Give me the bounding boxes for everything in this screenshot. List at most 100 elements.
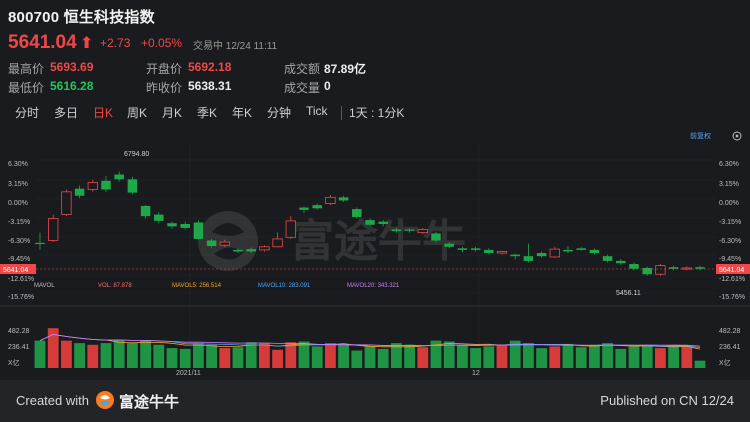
right-tick-3: 0.00% [719,200,739,207]
candle-body [378,221,388,225]
candle-body [523,256,534,261]
volume-bar [245,342,257,368]
volume-bar [628,346,640,368]
vol-tick-left-1: 482.28 [8,328,30,335]
price-change-percent: +0.05% [141,36,183,50]
candle-body [299,207,309,210]
volume-bar [166,348,178,368]
left-tick-3: 0.00% [8,200,28,207]
candle-body [576,248,586,250]
tab-monthly-k[interactable]: 月K [162,104,182,121]
volume-bar [549,346,561,368]
tab-1day-1min[interactable]: 1天 : 1分K [349,104,404,121]
watermark-text: 富途牛牛 [290,216,466,267]
candle-body [496,251,508,254]
candle-body [219,241,230,246]
tab-multi-day[interactable]: 多日 [54,104,78,121]
candle-body [312,205,322,209]
candle-body [602,256,613,261]
right-tick-4: -3.15% [719,219,741,226]
left-tick-1: 6.30% [8,161,28,168]
right-tick-8: -15.76% [719,294,745,301]
tab-yearly-k[interactable]: 年K [232,104,252,121]
candle-body [352,209,362,217]
right-tick-2: 3.15% [719,181,739,188]
kline-chart[interactable]: 富途牛牛 6.30% 3.15% 0.00% -3.15% -6.30% -9.… [0,128,750,378]
volume-bar [100,343,112,368]
volume-bar [668,344,680,368]
tab-quarterly-k[interactable]: 季K [197,104,217,121]
candle-body [325,196,336,205]
low-value: 5616.28 [50,79,94,93]
candle-body [642,267,652,275]
last-price-left: 5641.04 [3,267,28,274]
volume-label: 成交量 [284,81,321,95]
candle-body [285,220,296,238]
volume-bar [364,346,376,368]
high-value: 5693.69 [50,60,94,74]
volume-bar [575,347,587,368]
prev-close-value: 5638.31 [188,79,232,93]
stock-title: 800700 恒生科技指数 [8,9,155,26]
candle-body [589,249,600,254]
volume-bar [404,344,416,368]
prev-close-label: 昨收价 [146,81,183,95]
left-tick-6: -9.45% [8,256,30,263]
candle-body [127,179,138,193]
open-value: 5692.18 [188,60,232,74]
candle-body [510,254,520,257]
left-tick-4: -3.15% [8,219,30,226]
volume-bar [522,343,534,368]
watermark: 富途牛牛 [198,211,466,271]
candle-body [272,238,283,248]
futu-logo-icon [96,391,114,409]
volume-bar [113,339,125,368]
futu-brand-name: 富途牛牛 [119,394,180,411]
candle-body [338,197,349,201]
period-tabs: 分时 多日 日K 周K 月K 季K 年K 分钟 Tick 1天 : 1分K [0,104,750,126]
date-label-nov: 2021/11 [176,370,201,377]
candle-body [549,248,560,258]
volume-bar [179,348,191,368]
left-tick-8: -15.76% [8,294,34,301]
volume-bars [34,328,706,368]
volume-bar [34,340,46,368]
candle-body [484,249,494,254]
tab-tick[interactable]: Tick [306,104,328,118]
tab-weekly-k[interactable]: 周K [127,104,147,121]
right-tick-1: 6.30% [719,161,739,168]
vol-tick-right-1: 482.28 [719,328,741,335]
candle-body [61,191,72,215]
volume-bar [87,344,99,368]
tab-intraday[interactable]: 分时 [15,104,39,121]
candle-body [668,267,679,269]
tab-daily-k[interactable]: 日K [93,104,113,121]
low-label: 最低价 [8,81,45,95]
candle-body [536,253,547,257]
volume-bar [324,343,336,368]
volume-bar [496,344,508,368]
candle-body [154,214,164,221]
volume-bar [192,343,204,368]
candle-body [695,267,705,269]
candle-body [74,188,85,196]
settings-icon [732,131,742,141]
candle-body [114,174,124,180]
volume-bar [140,340,152,368]
volume-bar [417,347,429,368]
candle-body [35,242,45,245]
candle-body [616,260,626,264]
vol-unit-left: X亿 [8,358,20,367]
volume-bar [615,348,627,368]
candle-body [206,240,217,246]
max-price-label: 6794.80 [124,151,149,158]
volume-bar [588,344,600,368]
volume-value: 0 [324,79,331,93]
tab-minutes[interactable]: 分钟 [267,104,291,121]
candle-body [655,265,666,275]
volume-bar [377,348,389,368]
volume-bar [126,343,138,368]
volume-bar [641,345,653,368]
candle-body [457,248,468,250]
volume-bar [681,346,693,368]
